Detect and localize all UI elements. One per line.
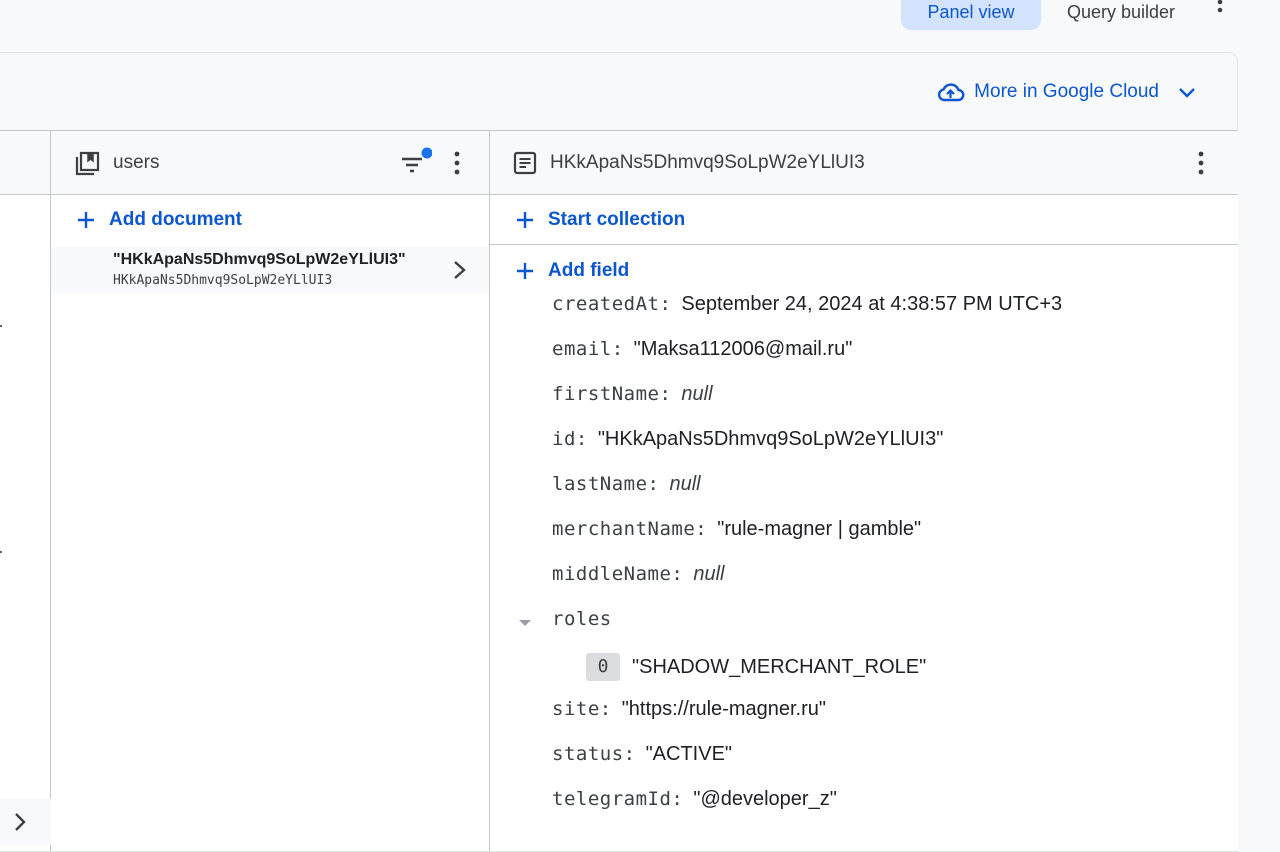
field-key: status: (552, 743, 636, 765)
field-key: id: (552, 428, 588, 450)
field-key: site: (552, 698, 612, 720)
document-icon (513, 151, 537, 174)
field-value: "Maksa112006@mail.ru" (633, 338, 853, 360)
field-key: telegramId: (552, 788, 684, 810)
chevron-down-icon[interactable] (1177, 82, 1197, 102)
add-document-button[interactable]: Add document (51, 195, 489, 245)
collection-icon (75, 151, 100, 175)
truncated-text-mark (0, 325, 2, 327)
chevron-right-icon (454, 261, 466, 279)
field-row[interactable]: status: "ACTIVE" (552, 743, 732, 766)
field-row[interactable]: lastName: null (552, 473, 701, 496)
add-field-label: Add field (548, 260, 630, 281)
field-key: createdAt: (552, 293, 672, 315)
add-icon (517, 211, 533, 228)
caret-down-icon[interactable] (518, 618, 532, 628)
roles-field-row[interactable]: roles (552, 608, 612, 630)
add-icon (78, 212, 94, 228)
field-value: "@developer_z" (693, 788, 837, 810)
field-key: merchantName: (552, 518, 708, 540)
field-value: "ACTIVE" (645, 743, 733, 765)
field-value: September 24, 2024 at 4:38:57 PM UTC+3 (681, 293, 1063, 315)
card-toolbar: More in Google Cloud (0, 53, 1237, 131)
root-column (0, 131, 51, 851)
filter-icon (402, 147, 433, 173)
truncated-text-mark (0, 551, 2, 553)
collection-column: users Add document "HKkApaNs5Dhmvq9SoLpW… (51, 131, 490, 851)
collection-title: users (113, 151, 160, 173)
add-document-label: Add document (109, 209, 242, 230)
field-value: "https://rule-magner.ru" (621, 698, 826, 720)
field-row[interactable]: middleName: null (552, 563, 724, 586)
field-value: "rule-magner | gamble" (717, 518, 922, 540)
data-panel-card: More in Google Cloud users Add document … (0, 52, 1238, 852)
document-header: HKkApaNs5Dhmvq9SoLpW2eYLlUI3 (490, 131, 1238, 195)
panel-view-button[interactable]: Panel view (901, 0, 1041, 30)
more-vert-icon[interactable] (452, 151, 462, 175)
root-column-header (0, 131, 50, 195)
field-value: null (681, 383, 713, 405)
document-column: HKkApaNs5Dhmvq9SoLpW2eYLlUI3 Start colle… (490, 131, 1238, 851)
field-value: null (693, 563, 725, 585)
document-title: "HKkApaNs5Dhmvq9SoLpW2eYLlUI3" (113, 251, 406, 268)
array-index-badge: 0 (586, 653, 620, 681)
more-in-google-cloud-button[interactable]: More in Google Cloud (937, 77, 1197, 107)
add-field-button[interactable]: Add field (490, 247, 1238, 295)
start-collection-label: Start collection (548, 208, 686, 230)
query-builder-button[interactable]: Query builder (1041, 0, 1201, 30)
root-item-row[interactable] (0, 799, 51, 845)
field-row[interactable]: site: "https://rule-magner.ru" (552, 698, 826, 721)
field-key: roles (552, 608, 612, 630)
filter-button[interactable] (400, 147, 433, 179)
field-row[interactable]: merchantName: "rule-magner | gamble" (552, 518, 921, 541)
more-in-google-cloud-label: More in Google Cloud (974, 81, 1159, 102)
field-row[interactable]: telegramId: "@developer_z" (552, 788, 837, 811)
more-vert-icon[interactable] (1212, 0, 1228, 20)
document-id: HKkApaNs5Dhmvq9SoLpW2eYLlUI3 (113, 273, 333, 288)
field-row[interactable]: email: "Maksa112006@mail.ru" (552, 338, 852, 361)
field-value: null (669, 473, 701, 495)
start-collection-button[interactable]: Start collection (490, 195, 1238, 245)
array-item-row[interactable]: 0 "SHADOW_MERCHANT_ROLE" (586, 653, 926, 681)
cloud-icon (938, 83, 965, 102)
field-key: middleName: (552, 563, 684, 585)
field-key: firstName: (552, 383, 672, 405)
collection-header: users (51, 131, 489, 195)
document-title: HKkApaNs5Dhmvq9SoLpW2eYLlUI3 (550, 151, 865, 173)
field-key: email: (552, 338, 624, 360)
more-vert-icon[interactable] (1196, 151, 1206, 175)
field-value: "HKkApaNs5Dhmvq9SoLpW2eYLlUI3" (597, 428, 944, 450)
chevron-right-icon (15, 813, 26, 831)
document-list-item[interactable]: "HKkApaNs5Dhmvq9SoLpW2eYLlUI3" HKkApaNs5… (51, 247, 489, 293)
array-item-value: "SHADOW_MERCHANT_ROLE" (632, 655, 927, 678)
field-row[interactable]: createdAt: September 24, 2024 at 4:38:57… (552, 293, 1062, 316)
field-key: lastName: (552, 473, 660, 495)
view-toggle-bar: Panel view Query builder (0, 0, 1280, 52)
add-icon (517, 263, 533, 279)
field-row[interactable]: id: "HKkApaNs5Dhmvq9SoLpW2eYLlUI3" (552, 428, 943, 451)
field-row[interactable]: firstName: null (552, 383, 713, 406)
